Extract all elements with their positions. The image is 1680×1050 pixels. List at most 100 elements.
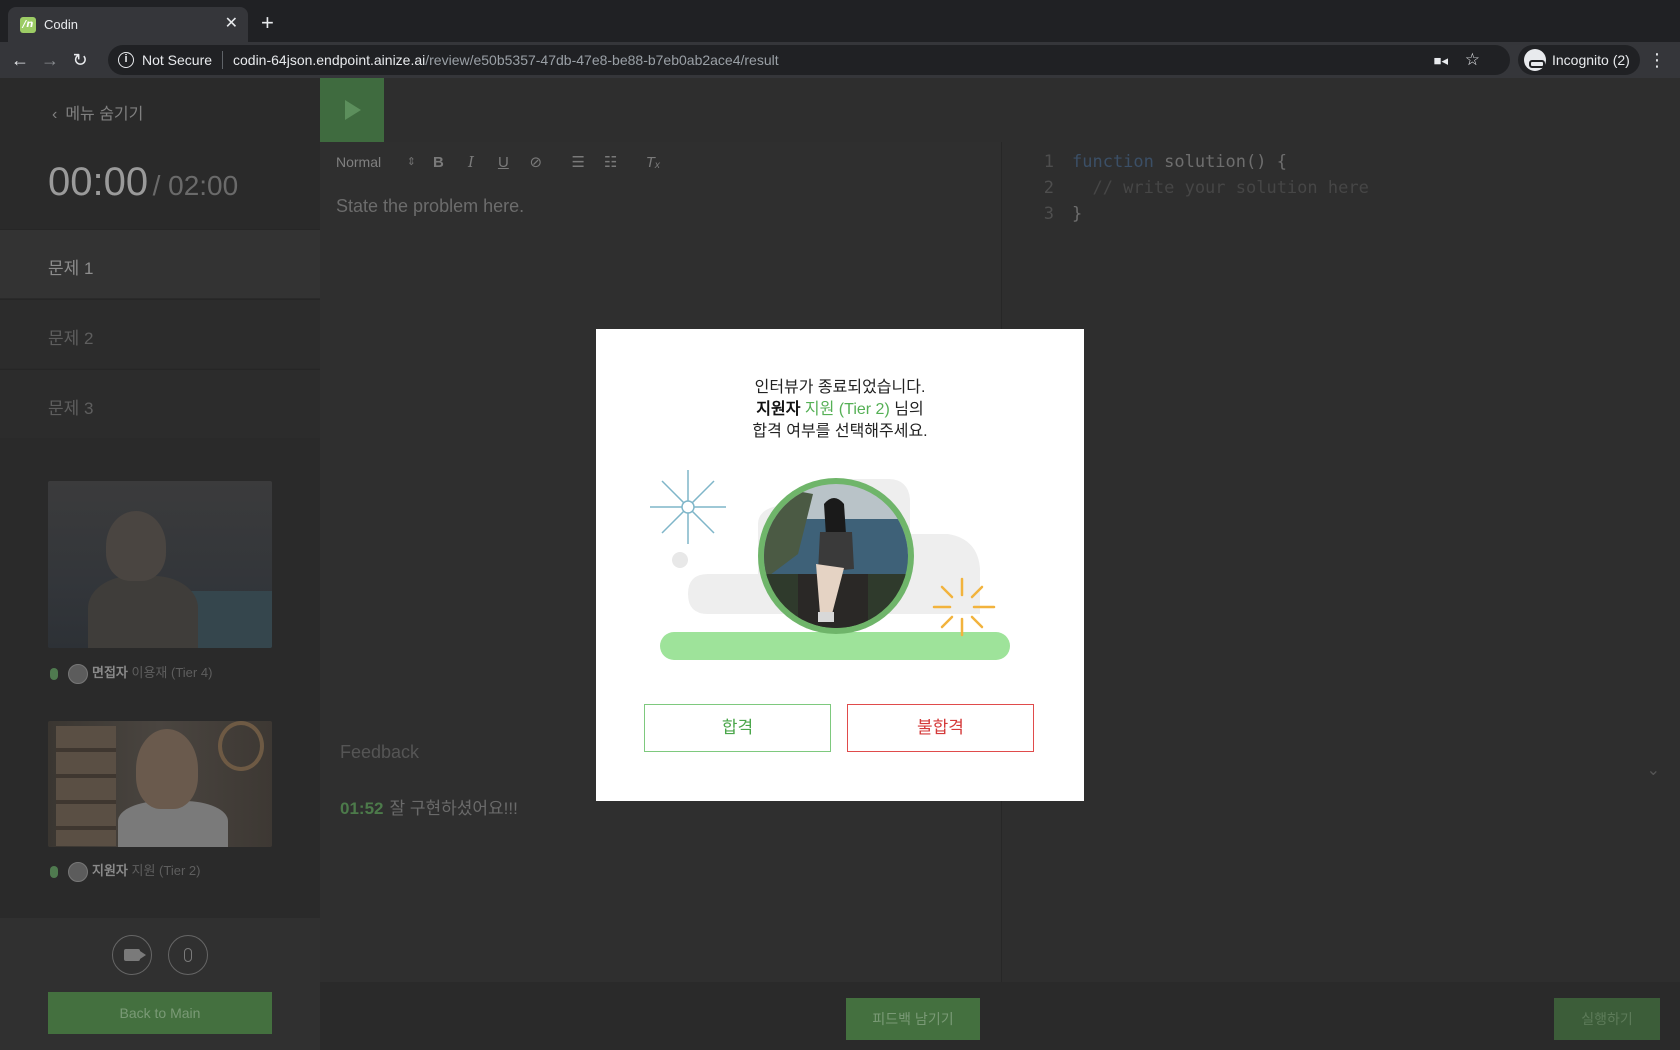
back-to-main-button[interactable]: Back to Main	[48, 992, 272, 1034]
candidate-label: 지원자 지원 (Tier 2)	[50, 860, 200, 882]
video-mirror	[218, 721, 264, 771]
clear-format-icon[interactable]: Tₓ	[639, 154, 667, 171]
dot-decoration	[672, 552, 688, 568]
celebration-illustration	[650, 470, 1010, 660]
feedback-time: 01:52	[340, 799, 384, 818]
problem-item-2[interactable]: 문제 2	[0, 299, 320, 368]
browser-tab[interactable]: /n Codin ✕	[8, 7, 248, 42]
problem-placeholder[interactable]: State the problem here.	[336, 196, 524, 217]
bullet-list-icon[interactable]: ☷	[597, 153, 625, 171]
not-secure-label: Not Secure	[142, 52, 213, 68]
link-icon[interactable]: ⊘	[522, 153, 550, 171]
participant-name: 이용재 (Tier 4)	[131, 665, 213, 680]
avatar	[68, 663, 88, 684]
code-editor[interactable]: 1 function solution() { 2 // write your s…	[1002, 142, 1680, 982]
code-keyword: function	[1072, 152, 1154, 172]
interviewer-label: 면접자 이용재 (Tier 4)	[50, 662, 212, 684]
code-comment: // write your solution here	[1072, 178, 1369, 198]
media-controls: Back to Main	[0, 918, 320, 1050]
video-person-head	[106, 511, 166, 581]
problem-label: 문제 3	[48, 399, 94, 418]
browser-toolbar: ← → ↻ i Not Secure codin-64json.endpoint…	[0, 42, 1680, 78]
result-modal: 인터뷰가 종료되었습니다. 지원자 지원 (Tier 2) 님의 합격 여부를 …	[596, 329, 1084, 801]
camera-icon[interactable]: ■◂	[1434, 53, 1448, 69]
modal-line-2-suffix: 님의	[894, 401, 924, 418]
bottom-bar: 피드백 남기기 실행하기	[320, 982, 1680, 1050]
menu-hide-toggle[interactable]: ‹ 메뉴 숨기기	[52, 100, 143, 124]
modal-line-2: 지원자 지원 (Tier 2) 님의	[596, 399, 1084, 421]
url-text[interactable]: codin-64json.endpoint.ainize.ai/review/e…	[233, 52, 779, 68]
modal-role: 지원자	[756, 401, 801, 418]
video-camera-icon	[124, 948, 146, 961]
sidebar: ‹ 메뉴 숨기기 00:00 / 02:00 문제 1 문제 2 문제 3 면접자…	[0, 78, 320, 1050]
incognito-label: Incognito (2)	[1552, 52, 1630, 68]
feedback-title: Feedback	[340, 742, 420, 762]
interviewer-video	[48, 481, 272, 648]
run-bar	[320, 78, 1680, 142]
microphone-icon	[184, 947, 192, 962]
timer: 00:00 / 02:00	[48, 160, 238, 205]
line-number: 1	[1043, 152, 1054, 172]
browser-tabbar: /n Codin ✕ +	[0, 0, 1680, 42]
code-text: }	[1072, 204, 1083, 224]
candidate-video	[48, 721, 272, 847]
code-line: 2 // write your solution here	[1002, 178, 1369, 198]
video-person-head	[136, 729, 198, 809]
more-menu-icon[interactable]: ⋮	[1648, 48, 1666, 72]
ground-bar	[660, 632, 1010, 660]
italic-icon[interactable]: I	[457, 153, 485, 171]
forward-arrow-icon[interactable]: →	[38, 48, 62, 72]
fail-button[interactable]: 불합격	[847, 704, 1034, 752]
problem-label: 문제 2	[48, 329, 94, 348]
address-bar[interactable]: i Not Secure codin-64json.endpoint.ainiz…	[108, 45, 1510, 75]
mic-toggle-button[interactable]	[168, 935, 208, 975]
url-path: /review/e50b5357-47db-47e8-be88-b7eb0ab2…	[425, 52, 779, 68]
info-icon[interactable]: i	[118, 52, 134, 68]
modal-line-3: 합격 여부를 선택해주세요.	[752, 423, 928, 440]
participant-role: 지원자	[92, 863, 128, 878]
chevron-down-icon[interactable]: ⌄	[1647, 760, 1660, 780]
modal-message: 인터뷰가 종료되었습니다. 지원자 지원 (Tier 2) 님의 합격 여부를 …	[596, 377, 1084, 443]
star-icon[interactable]: ☆	[1465, 50, 1480, 70]
new-tab-icon[interactable]: +	[261, 12, 274, 34]
url-separator	[222, 51, 223, 69]
execute-button[interactable]: 실행하기	[1554, 998, 1660, 1040]
line-number: 2	[1043, 178, 1054, 198]
ordered-list-icon[interactable]: ☰	[564, 153, 592, 171]
format-select[interactable]: Normal	[328, 150, 420, 174]
reload-icon[interactable]: ↻	[68, 48, 92, 72]
mic-icon	[50, 667, 58, 680]
underline-icon[interactable]: U	[489, 154, 517, 171]
code-line: 1 function solution() {	[1002, 152, 1287, 172]
back-arrow-icon[interactable]: ←	[8, 48, 32, 72]
bold-icon[interactable]: B	[424, 154, 452, 171]
incognito-icon	[1524, 49, 1546, 72]
close-tab-icon[interactable]: ✕	[225, 15, 238, 33]
code-text: solution() {	[1153, 152, 1287, 172]
problem-item-3[interactable]: 문제 3	[0, 369, 320, 438]
video-background	[188, 591, 272, 648]
video-person-body	[88, 576, 198, 648]
url-host: codin-64json.endpoint.ainize.ai	[233, 52, 426, 68]
feedback-text: 잘 구현하셨어요!!!	[389, 799, 518, 818]
run-button[interactable]	[320, 78, 384, 142]
timer-elapsed: 00:00	[48, 160, 149, 204]
video-toggle-button[interactable]	[112, 935, 152, 975]
favicon-icon: /n	[20, 17, 36, 33]
video-bookshelf	[56, 726, 116, 846]
problem-item-1[interactable]: 문제 1	[0, 229, 320, 298]
problem-label: 문제 1	[48, 259, 94, 278]
code-line: 3}	[1002, 204, 1083, 224]
avatar	[68, 861, 88, 882]
mic-icon	[50, 865, 58, 878]
pass-button[interactable]: 합격	[644, 704, 831, 752]
participant-name: 지원 (Tier 2)	[131, 863, 201, 878]
leave-feedback-button[interactable]: 피드백 남기기	[846, 998, 980, 1040]
timer-total: / 02:00	[152, 170, 239, 201]
sparkle-blue-icon	[650, 470, 726, 544]
format-toolbar: Normal B I U ⊘ ☰ ☷ Tₓ	[328, 150, 667, 182]
tab-title: Codin	[44, 17, 78, 32]
incognito-badge[interactable]: Incognito (2)	[1518, 45, 1640, 75]
modal-line-1: 인터뷰가 종료되었습니다.	[754, 379, 926, 396]
feedback-entry: 01:52 잘 구현하셨어요!!!	[340, 794, 518, 819]
